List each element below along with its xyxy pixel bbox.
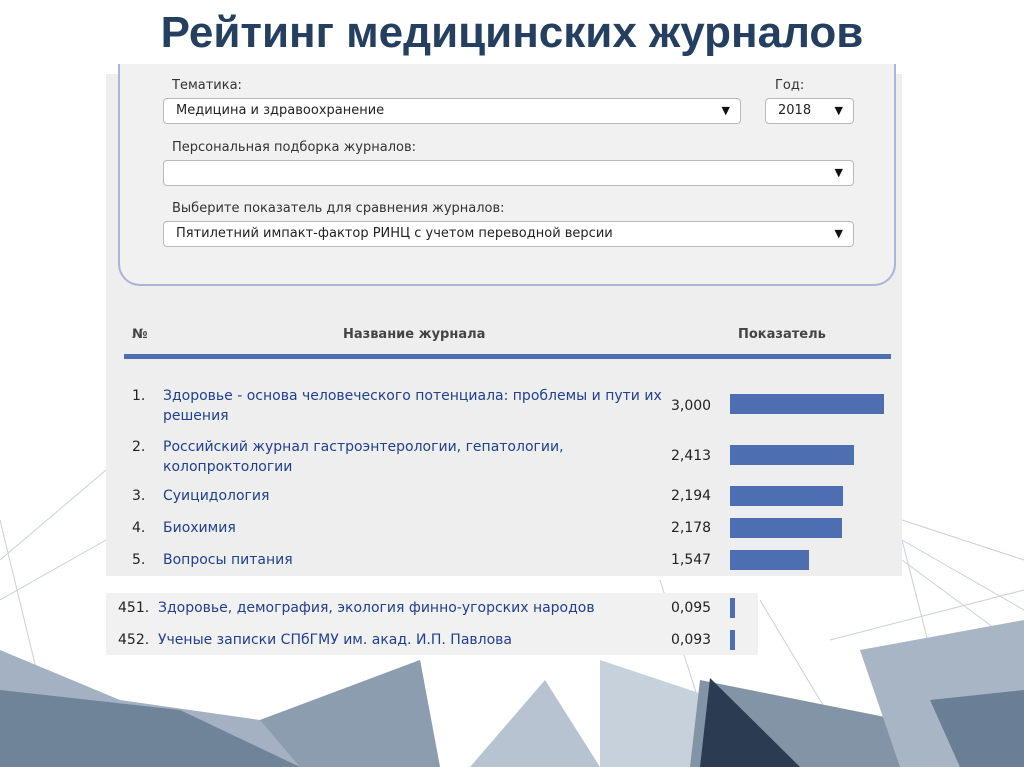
indicator-value: 1,547 bbox=[671, 552, 712, 568]
chevron-down-icon: ▼ bbox=[834, 166, 843, 179]
year-select-value: 2018 bbox=[778, 103, 812, 118]
year-label: Год: bbox=[775, 78, 805, 93]
journal-link[interactable]: Российский журнал гастроэнтерологии, геп… bbox=[163, 437, 603, 477]
table-row: 4. Биохимия 2,178 bbox=[106, 518, 902, 540]
indicator-bar bbox=[730, 394, 884, 414]
table-row: 2. Российский журнал гастроэнтерологии, … bbox=[106, 437, 902, 477]
table-row: 5. Вопросы питания 1,547 bbox=[106, 550, 902, 572]
indicator-bar bbox=[730, 630, 735, 650]
column-header-journal-name: Название журнала bbox=[343, 327, 486, 342]
row-number: 452. bbox=[118, 632, 150, 648]
journal-rating-screenshot: Тематика: Медицина и здравоохранение ▼ Г… bbox=[106, 64, 902, 576]
table-row: 451. Здоровье, демография, экология финн… bbox=[106, 598, 902, 620]
chevron-down-icon: ▼ bbox=[834, 104, 843, 117]
indicator-value: 0,093 bbox=[671, 632, 712, 648]
topic-label: Тематика: bbox=[172, 78, 242, 93]
indicator-select[interactable]: Пятилетний импакт-фактор РИНЦ с учетом п… bbox=[163, 221, 854, 247]
indicator-value: 2,413 bbox=[671, 448, 712, 464]
row-number: 451. bbox=[118, 600, 150, 616]
journal-link[interactable]: Биохимия bbox=[163, 518, 683, 538]
row-number: 3. bbox=[132, 488, 146, 504]
row-number: 4. bbox=[132, 520, 146, 536]
journal-link[interactable]: Вопросы питания bbox=[163, 550, 683, 570]
indicator-bar bbox=[730, 518, 842, 538]
indicator-bar bbox=[730, 445, 854, 465]
personal-selection-select[interactable]: ▼ bbox=[163, 160, 854, 186]
header-divider bbox=[124, 354, 891, 359]
indicator-value: 0,095 bbox=[671, 600, 712, 616]
row-number: 5. bbox=[132, 552, 146, 568]
chevron-down-icon: ▼ bbox=[721, 104, 730, 117]
row-number: 1. bbox=[132, 388, 146, 404]
topic-select[interactable]: Медицина и здравоохранение ▼ bbox=[163, 98, 741, 124]
table-row: 452. Ученые записки СПбГМУ им. акад. И.П… bbox=[106, 630, 902, 652]
journal-link[interactable]: Здоровье - основа человеческого потенциа… bbox=[163, 386, 683, 426]
year-select[interactable]: 2018 ▼ bbox=[765, 98, 854, 124]
indicator-bar bbox=[730, 486, 843, 506]
indicator-value: 2,178 bbox=[671, 520, 712, 536]
filter-panel: Тематика: Медицина и здравоохранение ▼ Г… bbox=[118, 64, 896, 286]
indicator-value: 2,194 bbox=[671, 488, 712, 504]
table-row: 1. Здоровье - основа человеческого потен… bbox=[106, 386, 902, 426]
indicator-value: 3,000 bbox=[671, 398, 712, 414]
indicator-bar bbox=[730, 550, 809, 570]
column-header-indicator: Показатель bbox=[738, 327, 826, 342]
journal-link[interactable]: Суицидология bbox=[163, 486, 683, 506]
chevron-down-icon: ▼ bbox=[834, 227, 843, 240]
column-header-number: № bbox=[132, 327, 148, 342]
slide-title: Рейтинг медицинских журналов bbox=[160, 8, 864, 57]
personal-selection-label: Персональная подборка журналов: bbox=[172, 140, 417, 155]
journal-link[interactable]: Здоровье, демография, экология финно-уго… bbox=[158, 598, 678, 618]
indicator-label: Выберите показатель для сравнения журнал… bbox=[172, 201, 505, 216]
journal-link[interactable]: Ученые записки СПбГМУ им. акад. И.П. Пав… bbox=[158, 630, 678, 650]
row-number: 2. bbox=[132, 439, 146, 455]
indicator-bar bbox=[730, 598, 735, 618]
topic-select-value: Медицина и здравоохранение bbox=[176, 103, 385, 118]
table-row: 3. Суицидология 2,194 bbox=[106, 486, 902, 508]
journal-rating-tail-screenshot: 451. Здоровье, демография, экология финн… bbox=[106, 593, 758, 655]
indicator-select-value: Пятилетний импакт-фактор РИНЦ с учетом п… bbox=[176, 226, 613, 241]
